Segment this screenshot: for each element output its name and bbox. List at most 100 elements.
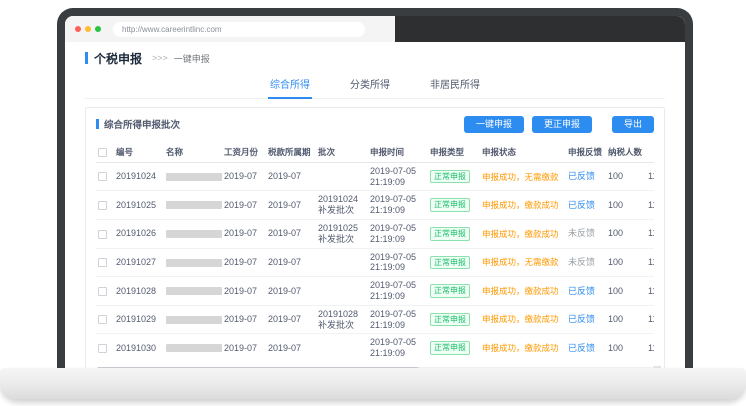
cell-extra: 11 [646, 162, 654, 191]
column-header-extra [646, 142, 654, 163]
column-header-1: 名称 [164, 142, 222, 163]
url-bar[interactable]: http://www.careerintlinc.com [113, 22, 365, 37]
page-title: 个税申报 [94, 50, 142, 67]
cell-extra: 11 [646, 334, 654, 362]
name-placeholder [166, 230, 222, 238]
cell-feedback[interactable]: 未反馈 [566, 219, 606, 248]
cell-declare-type: 正常申报 [428, 277, 480, 306]
amend-declare-button[interactable]: 更正申报 [532, 116, 592, 133]
row-checkbox[interactable] [98, 172, 107, 181]
cell-batch [316, 277, 368, 306]
tab-nonresident-income[interactable]: 非居民所得 [428, 72, 482, 98]
cell-name [164, 191, 222, 220]
cell-feedback[interactable]: 已反馈 [566, 334, 606, 362]
name-placeholder [166, 201, 222, 209]
cell-salary-month: 2019-07 [222, 219, 266, 248]
declare-type-badge: 正常申报 [430, 227, 470, 241]
cell-extra: 11 [646, 248, 654, 277]
one-click-declare-button[interactable]: 一键申报 [464, 116, 524, 133]
row-checkbox[interactable] [98, 201, 107, 210]
cell-feedback[interactable]: 已反馈 [566, 305, 606, 334]
laptop-base [0, 368, 746, 399]
cell-tax-period: 2019-07 [266, 334, 316, 362]
cell-id: 20191029 [114, 305, 164, 334]
row-checkbox[interactable] [98, 258, 107, 267]
window-zoom-button[interactable] [95, 26, 101, 32]
cell-extra: 11 [646, 277, 654, 306]
cell-select [96, 191, 114, 220]
table-row[interactable]: 20191026 2019-07 2019-07 20191025 补发批次 2… [96, 219, 654, 248]
column-header-9: 纳税人数 [606, 142, 646, 163]
cell-batch: 20191024 补发批次 [316, 191, 368, 220]
cell-extra: 11 [646, 219, 654, 248]
tab-bar: 综合所得 分类所得 非居民所得 [85, 72, 665, 99]
tab-classified-income[interactable]: 分类所得 [348, 72, 392, 98]
cell-declare-time: 2019-07-05 21:19:09 [368, 277, 428, 306]
table-row[interactable]: 20191025 2019-07 2019-07 20191024 补发批次 2… [96, 191, 654, 220]
table-row[interactable]: 20191028 2019-07 2019-07 2019-07-05 21:1… [96, 277, 654, 306]
row-checkbox[interactable] [98, 344, 107, 353]
table-row[interactable]: 20191027 2019-07 2019-07 2019-07-05 21:1… [96, 248, 654, 277]
desktop-background: http://www.careerintlinc.com 个税申报 >>> 一键… [0, 0, 746, 406]
cell-declare-type: 正常申报 [428, 334, 480, 362]
table-body: 20191024 2019-07 2019-07 2019-07-05 21:1… [96, 162, 654, 362]
row-checkbox[interactable] [98, 315, 107, 324]
export-button[interactable]: 导出 [612, 116, 654, 133]
cell-name [164, 277, 222, 306]
table-row[interactable]: 20191024 2019-07 2019-07 2019-07-05 21:1… [96, 162, 654, 191]
cell-extra: 11 [646, 191, 654, 220]
column-header-0: 编号 [114, 142, 164, 163]
cell-select [96, 305, 114, 334]
column-header-2: 工资月份 [222, 142, 266, 163]
window-minimize-button[interactable] [85, 26, 91, 32]
cell-id: 20191027 [114, 248, 164, 277]
cell-declare-status: 申报成功，无需缴款 [480, 248, 566, 277]
row-checkbox[interactable] [98, 230, 107, 239]
screen: http://www.careerintlinc.com 个税申报 >>> 一键… [65, 16, 685, 370]
cell-feedback[interactable]: 已反馈 [566, 191, 606, 220]
cell-tax-period: 2019-07 [266, 191, 316, 220]
page-header: 个税申报 >>> 一键申报 [85, 50, 665, 66]
column-header-5: 申报时间 [368, 142, 428, 163]
table-container: 编号名称工资月份税款所属期批次申报时间申报类型申报状态申报反馈纳税人数 2019… [96, 142, 654, 362]
cell-salary-month: 2019-07 [222, 277, 266, 306]
row-checkbox[interactable] [98, 287, 107, 296]
cell-feedback[interactable]: 已反馈 [566, 277, 606, 306]
cell-salary-month: 2019-07 [222, 334, 266, 362]
cell-select [96, 334, 114, 362]
column-header-8: 申报反馈 [566, 142, 606, 163]
table-row[interactable]: 20191029 2019-07 2019-07 20191028 补发批次 2… [96, 305, 654, 334]
declare-type-badge: 正常申报 [430, 170, 470, 184]
breadcrumb-separator: >>> [152, 53, 168, 63]
cell-declare-status: 申报成功，缴款成功 [480, 219, 566, 248]
column-header-6: 申报类型 [428, 142, 480, 163]
declare-type-badge: 正常申报 [430, 198, 470, 212]
cell-feedback[interactable]: 已反馈 [566, 162, 606, 191]
cell-name [164, 305, 222, 334]
cell-salary-month: 2019-07 [222, 305, 266, 334]
cell-name [164, 248, 222, 277]
cell-tax-period: 2019-07 [266, 162, 316, 191]
cell-id: 20191026 [114, 219, 164, 248]
cell-declare-type: 正常申报 [428, 248, 480, 277]
cell-declare-time: 2019-07-05 21:19:09 [368, 248, 428, 277]
window-close-button[interactable] [75, 26, 81, 32]
select-all-header [96, 142, 114, 163]
cell-declare-time: 2019-07-05 21:19:09 [368, 219, 428, 248]
cell-id: 20191025 [114, 191, 164, 220]
cell-declare-time: 2019-07-05 21:19:09 [368, 305, 428, 334]
cell-taxpayer-count: 100 [606, 191, 646, 220]
declare-type-badge: 正常申报 [430, 341, 470, 355]
name-placeholder [166, 287, 222, 295]
cell-declare-type: 正常申报 [428, 191, 480, 220]
table-row[interactable]: 20191030 2019-07 2019-07 2019-07-05 21:1… [96, 334, 654, 362]
tab-comprehensive-income[interactable]: 综合所得 [268, 72, 312, 99]
cell-feedback[interactable]: 未反馈 [566, 248, 606, 277]
cell-declare-status: 申报成功，缴款成功 [480, 191, 566, 220]
column-header-3: 税款所属期 [266, 142, 316, 163]
declare-type-badge: 正常申报 [430, 284, 470, 298]
select-all-checkbox[interactable] [98, 148, 107, 157]
cell-declare-time: 2019-07-05 21:19:09 [368, 162, 428, 191]
cell-select [96, 277, 114, 306]
column-header-7: 申报状态 [480, 142, 566, 163]
